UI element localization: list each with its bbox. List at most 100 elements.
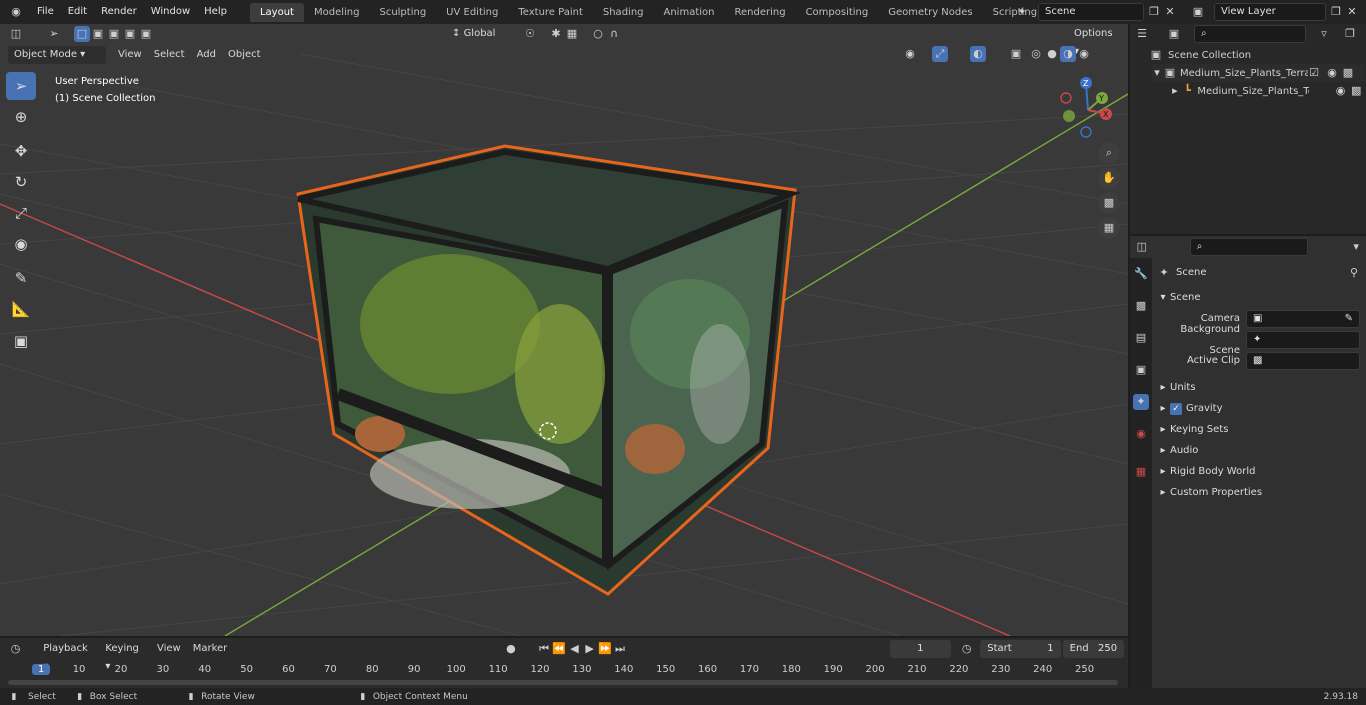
orientation-dropdown[interactable]: ↕ Global	[446, 25, 514, 43]
render-camera-icon[interactable]: ▩	[1348, 83, 1364, 99]
eye-icon[interactable]: ◉	[1324, 65, 1340, 81]
options-dropdown[interactable]: Options ▾	[1068, 25, 1124, 57]
menu-help[interactable]: Help	[197, 0, 234, 24]
texture-tab-icon[interactable]: ▦	[1133, 464, 1149, 480]
snap-target-icon[interactable]: ▦	[564, 26, 580, 42]
tool-measure[interactable]: 📐	[6, 295, 36, 323]
scene-tab-icon[interactable]: ✦	[1133, 394, 1149, 410]
zoom-icon[interactable]: ⌕	[1098, 142, 1120, 164]
scene-icon[interactable]: ✦	[1014, 4, 1030, 20]
menu-object[interactable]: Object	[222, 46, 267, 64]
play-reverse-icon[interactable]: ◀	[567, 641, 582, 657]
shading-wireframe-icon[interactable]: ◎	[1028, 46, 1044, 62]
xray-icon[interactable]: ▣	[1008, 46, 1024, 62]
select-subtract-icon[interactable]: ▣	[106, 26, 122, 42]
properties-search-field[interactable]: ⌕	[1189, 238, 1309, 256]
outliner-row-scene-collection[interactable]: ▣ Scene Collection	[1148, 46, 1251, 64]
keying-sets-panel-header[interactable]: ▸ Keying Sets	[1156, 419, 1362, 440]
custom-properties-panel-header[interactable]: ▸ Custom Properties	[1156, 482, 1362, 503]
tab-layout[interactable]: Layout	[249, 3, 304, 22]
overlays-toggle-icon[interactable]: ◐	[970, 46, 986, 62]
view-layer-tab-icon[interactable]: ▣	[1133, 362, 1149, 378]
timeline-view-menu[interactable]: View	[151, 640, 187, 658]
tool-scale[interactable]: ⤢	[6, 199, 36, 227]
prev-keyframe-icon[interactable]: ⏪	[552, 641, 567, 657]
current-frame-field[interactable]: 1	[889, 640, 952, 658]
tool-move[interactable]: ✥	[6, 137, 36, 165]
units-panel-header[interactable]: ▸ Units	[1156, 377, 1362, 398]
tool-tab-icon[interactable]: 🔧	[1133, 266, 1149, 282]
pivot-icon[interactable]: ☉	[522, 26, 538, 42]
menu-select[interactable]: Select	[148, 46, 191, 64]
pan-hand-icon[interactable]: ✋	[1098, 167, 1120, 189]
tool-annotate[interactable]: ✎	[6, 264, 36, 292]
shading-rendered-icon[interactable]: ◉	[1076, 46, 1092, 62]
timeline-marker-menu[interactable]: Marker	[187, 640, 234, 658]
delete-scene-icon[interactable]: ✕	[1162, 4, 1178, 20]
delete-view-layer-icon[interactable]: ✕	[1344, 4, 1360, 20]
scene-panel-header[interactable]: ▾ Scene	[1156, 287, 1362, 308]
tab-texture-paint[interactable]: Texture Paint	[508, 3, 593, 22]
gravity-checkbox[interactable]: ✓	[1170, 402, 1182, 415]
outliner-row-object[interactable]: ▸ ┗ Medium_Size_Plants_Terr ◉ ▩	[1170, 82, 1364, 100]
filter-icon[interactable]: ▿	[1316, 26, 1332, 42]
eyedropper-icon[interactable]: ✎	[1345, 311, 1353, 327]
new-scene-icon[interactable]: ❐	[1146, 4, 1162, 20]
output-tab-icon[interactable]: ▤	[1133, 330, 1149, 346]
render-tab-icon[interactable]: ▩	[1133, 298, 1149, 314]
eye-icon[interactable]: ◉	[1333, 83, 1349, 99]
select-new-icon[interactable]: □	[74, 26, 90, 42]
select-invert-icon[interactable]: ▣	[122, 26, 138, 42]
view-layer-icon[interactable]: ▣	[1190, 4, 1206, 20]
tool-cursor[interactable]: ⊕	[6, 103, 36, 131]
select-extend-icon[interactable]: ▣	[90, 26, 106, 42]
outliner-row-collection[interactable]: ▾ ▣ Medium_Size_Plants_Terrariur ☑ ◉ ▩	[1152, 64, 1364, 82]
shading-material-icon[interactable]: ◑	[1060, 46, 1076, 62]
menu-render[interactable]: Render	[94, 0, 144, 24]
play-icon[interactable]: ▶	[582, 641, 597, 657]
tool-select-box[interactable]: ➢	[6, 72, 36, 100]
menu-file[interactable]: File	[30, 0, 61, 24]
pin-icon[interactable]: ⚲	[1346, 265, 1362, 281]
view-layer-field[interactable]: View Layer	[1214, 3, 1326, 21]
playback-menu[interactable]: Playback ▾	[37, 640, 100, 672]
navigation-gizmo[interactable]: Z Y X	[1056, 76, 1120, 140]
end-frame-field[interactable]: End 250	[1062, 640, 1125, 658]
tab-modeling[interactable]: Modeling	[304, 3, 370, 22]
properties-options-icon[interactable]: ▾	[1348, 239, 1364, 255]
tab-sculpting[interactable]: Sculpting	[369, 3, 436, 22]
display-mode-icon[interactable]: ▣	[1166, 26, 1182, 42]
render-camera-icon[interactable]: ▩	[1340, 65, 1356, 81]
scene-name-field[interactable]: Scene	[1038, 3, 1144, 21]
tab-shading[interactable]: Shading	[593, 3, 654, 22]
select-intersect-icon[interactable]: ▣	[138, 26, 154, 42]
frame-ruler[interactable]: 1 10 20 30 40 50 60 70 80 90 100 110 120 130 140 150 160…	[0, 664, 1128, 678]
3d-viewport[interactable]: ◫ ➢ □ ▣ ▣ ▣ ▣ ↕ Global ☉ ✱ ▦ ○ ∩ Options…	[0, 24, 1128, 636]
next-keyframe-icon[interactable]: ⏩	[597, 641, 612, 657]
mode-dropdown[interactable]: Object Mode ▾	[8, 46, 106, 64]
gravity-panel-header[interactable]: ▸ ✓ Gravity	[1156, 398, 1362, 419]
clock-icon[interactable]: ◷	[959, 641, 974, 657]
tab-compositing[interactable]: Compositing	[796, 3, 879, 22]
blender-logo-icon[interactable]: ◉	[8, 4, 24, 20]
properties-editor-icon[interactable]: ◫	[1134, 239, 1150, 255]
falloff-icon[interactable]: ∩	[606, 26, 622, 42]
editor-type-icon[interactable]: ◫	[8, 26, 24, 42]
snap-icon[interactable]: ✱	[548, 26, 564, 42]
tab-uv-editing[interactable]: UV Editing	[436, 3, 508, 22]
menu-view[interactable]: View	[112, 46, 148, 64]
outliner-search-field[interactable]: ⌕	[1194, 25, 1306, 43]
world-tab-icon[interactable]: ◉	[1133, 426, 1149, 442]
camera-field[interactable]: ▣ ✎	[1246, 309, 1360, 328]
rigid-body-world-panel-header[interactable]: ▸ Rigid Body World	[1156, 461, 1362, 482]
new-collection-icon[interactable]: ❐	[1342, 26, 1358, 42]
expand-arrow-icon[interactable]: ▸	[1170, 83, 1180, 99]
menu-edit[interactable]: Edit	[61, 0, 94, 24]
jump-end-icon[interactable]: ⏭	[612, 641, 627, 657]
keying-menu[interactable]: Keying ▾	[99, 640, 151, 672]
timeline-editor-icon[interactable]: ◷	[8, 641, 23, 657]
gizmo-toggle-icon[interactable]: ⤢	[932, 46, 948, 62]
timeline-scrollbar[interactable]	[8, 680, 1118, 685]
start-frame-field[interactable]: Start 1	[980, 640, 1061, 658]
menu-window[interactable]: Window	[144, 0, 197, 24]
